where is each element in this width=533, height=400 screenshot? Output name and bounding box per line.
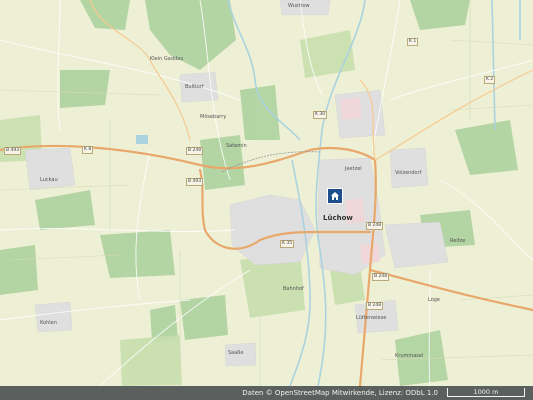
scale-bar: 1000 m <box>447 388 525 397</box>
place-label-kohlen: Kohlen <box>40 320 57 326</box>
place-label-volzendorf: Volzendorf <box>395 170 422 176</box>
place-label-jeetzel: Jeetzel <box>345 166 362 172</box>
road-shield: K 30 <box>313 111 328 119</box>
place-label-bustorf: Bußtorf <box>185 84 204 90</box>
road-shield: K 1 <box>407 38 419 46</box>
place-label-bahnhof: Bahnhof <box>283 286 304 292</box>
place-label-satemin: Satemin <box>226 143 247 149</box>
scale-label: 1000 m <box>473 388 499 396</box>
place-label-lutzelandeichen: Lüttenwiese <box>356 315 387 321</box>
place-label-wustrow: Wustrow <box>288 3 310 9</box>
road-shield: B 248 <box>372 273 390 281</box>
map-base-layer <box>0 0 533 400</box>
town-label-luchow: Lüchow <box>323 214 353 222</box>
home-icon <box>331 192 339 200</box>
place-label-krummasel: Krummasel <box>395 353 424 359</box>
town-label-loge: Loge <box>428 297 441 303</box>
place-label-luckau: Luckau <box>40 177 58 183</box>
road-shield: K 8 <box>82 146 94 154</box>
road-shield: B 248 <box>366 302 384 310</box>
road-shield: K 2 <box>484 76 496 84</box>
road-shield: B 248 <box>186 147 204 155</box>
road-shield: B 493 <box>186 178 204 186</box>
place-label-saasse: Saaße <box>228 350 244 356</box>
place-label-moesebarry: Mösebarry <box>200 114 227 120</box>
road-shield: B 248 <box>366 222 384 230</box>
road-shield: K 35 <box>280 240 295 248</box>
map-footer: Daten © OpenStreetMap Mitwirkende, Lizen… <box>0 386 533 400</box>
place-label-klein-gaddau: Klein Gaddau <box>150 56 184 62</box>
road-shield: B 493 <box>4 147 22 155</box>
place-label-reitze: Reitze <box>450 238 466 244</box>
location-marker[interactable] <box>327 188 343 204</box>
attribution-text[interactable]: Daten © OpenStreetMap Mitwirkende, Lizen… <box>242 389 438 397</box>
map-canvas[interactable]: Wustrow Klein Gaddau Mösebarry Bußtorf L… <box>0 0 533 400</box>
